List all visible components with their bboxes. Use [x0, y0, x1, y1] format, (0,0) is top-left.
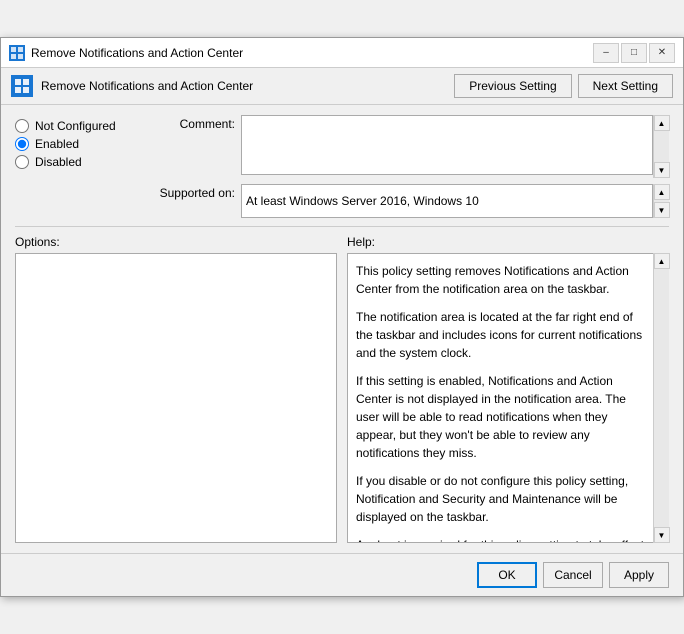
help-scroll-down[interactable]: ▼: [654, 527, 670, 543]
maximize-button[interactable]: □: [621, 43, 647, 63]
toolbar-left: Remove Notifications and Action Center: [11, 75, 253, 97]
right-panel: Comment: ▲ ▼ Supported on:: [145, 115, 669, 218]
divider: [15, 226, 669, 227]
cancel-button[interactable]: Cancel: [543, 562, 603, 588]
main-window: Remove Notifications and Action Center –…: [0, 37, 684, 597]
radio-not-configured-label[interactable]: Not Configured: [35, 119, 116, 133]
supported-wrap: At least Windows Server 2016, Windows 10…: [241, 184, 669, 218]
window-icon: [9, 45, 25, 61]
help-wrap: This policy setting removes Notification…: [347, 253, 669, 543]
title-bar: Remove Notifications and Action Center –…: [1, 38, 683, 68]
help-para-5: A reboot is required for this policy set…: [356, 536, 648, 543]
radio-disabled-label[interactable]: Disabled: [35, 155, 82, 169]
prev-setting-button[interactable]: Previous Setting: [454, 74, 571, 98]
ok-button[interactable]: OK: [477, 562, 537, 588]
options-box: [15, 253, 337, 543]
comment-row: Comment: ▲ ▼: [145, 115, 669, 178]
minimize-button[interactable]: –: [593, 43, 619, 63]
supported-label: Supported on:: [145, 184, 235, 200]
help-section: Help: This policy setting removes Notifi…: [347, 235, 669, 543]
toolbar-buttons: Previous Setting Next Setting: [454, 74, 673, 98]
title-bar-controls: – □ ✕: [593, 43, 675, 63]
apply-button[interactable]: Apply: [609, 562, 669, 588]
scroll-track: [654, 131, 669, 162]
radio-disabled[interactable]: Disabled: [15, 155, 135, 169]
window-title: Remove Notifications and Action Center: [31, 46, 243, 60]
radio-enabled-label[interactable]: Enabled: [35, 137, 79, 151]
options-header: Options:: [15, 235, 337, 249]
supported-scroll-down[interactable]: ▼: [654, 202, 670, 218]
help-para-3: If this setting is enabled, Notification…: [356, 372, 648, 462]
toolbar-title: Remove Notifications and Action Center: [41, 79, 253, 93]
title-bar-left: Remove Notifications and Action Center: [9, 45, 243, 61]
options-help-row: Options: Help: This policy setting remov…: [15, 235, 669, 543]
help-para-1: This policy setting removes Notification…: [356, 262, 648, 298]
help-scroll-up[interactable]: ▲: [654, 253, 670, 269]
radio-not-configured[interactable]: Not Configured: [15, 119, 135, 133]
toolbar-icon: [11, 75, 33, 97]
help-para-4: If you disable or do not configure this …: [356, 472, 648, 526]
bottom-bar: OK Cancel Apply: [1, 553, 683, 596]
help-scroll-track: [654, 269, 669, 527]
scroll-down-arrow[interactable]: ▼: [654, 162, 670, 178]
scroll-up-arrow[interactable]: ▲: [654, 115, 670, 131]
supported-scrollbar[interactable]: ▲ ▼: [653, 184, 669, 218]
help-scrollbar[interactable]: ▲ ▼: [653, 253, 669, 543]
help-box: This policy setting removes Notification…: [347, 253, 669, 543]
comment-textarea-wrap: ▲ ▼: [241, 115, 669, 178]
settings-row: Not Configured Enabled Disabled Comment:: [15, 115, 669, 218]
comment-textarea[interactable]: [241, 115, 653, 175]
comment-scrollbar[interactable]: ▲ ▼: [653, 115, 669, 178]
toolbar: Remove Notifications and Action Center P…: [1, 68, 683, 105]
main-content: Not Configured Enabled Disabled Comment:: [1, 105, 683, 553]
radio-group: Not Configured Enabled Disabled: [15, 115, 135, 218]
comment-label: Comment:: [145, 115, 235, 131]
radio-enabled[interactable]: Enabled: [15, 137, 135, 151]
next-setting-button[interactable]: Next Setting: [578, 74, 673, 98]
radio-enabled-input[interactable]: [15, 137, 29, 151]
supported-row: Supported on: At least Windows Server 20…: [145, 184, 669, 218]
radio-disabled-input[interactable]: [15, 155, 29, 169]
close-button[interactable]: ✕: [649, 43, 675, 63]
options-section: Options:: [15, 235, 347, 543]
help-para-2: The notification area is located at the …: [356, 308, 648, 362]
help-header: Help:: [347, 235, 669, 249]
supported-scroll-up[interactable]: ▲: [654, 184, 670, 200]
radio-not-configured-input[interactable]: [15, 119, 29, 133]
supported-box: At least Windows Server 2016, Windows 10: [241, 184, 653, 218]
supported-value: At least Windows Server 2016, Windows 10: [246, 194, 479, 208]
